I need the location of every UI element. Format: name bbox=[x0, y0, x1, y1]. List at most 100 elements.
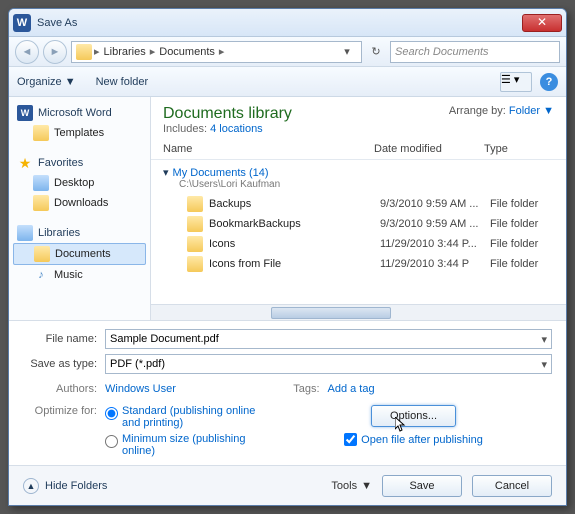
file-type: File folder bbox=[490, 238, 560, 250]
save-form: File name: Sample Document.pdf▾ Save as … bbox=[9, 320, 566, 465]
dropdown-icon: ▼ bbox=[361, 480, 372, 492]
file-date: 11/29/2010 3:44 P... bbox=[380, 238, 490, 250]
libraries-icon bbox=[17, 225, 33, 241]
optimize-label: Optimize for: bbox=[23, 405, 105, 461]
folder-icon bbox=[187, 236, 203, 252]
hide-folders-button[interactable]: ▲Hide Folders bbox=[23, 478, 107, 494]
navigation-sidebar: WMicrosoft Word Templates ★Favorites Des… bbox=[9, 97, 151, 320]
dropdown-icon[interactable]: ▾ bbox=[541, 333, 547, 346]
folder-icon bbox=[187, 216, 203, 232]
file-name: Backups bbox=[209, 198, 380, 210]
file-row[interactable]: BookmarkBackups9/3/2010 9:59 AM ...File … bbox=[157, 214, 566, 234]
sidebar-item-favorites[interactable]: ★Favorites bbox=[9, 153, 150, 173]
organize-menu[interactable]: Organize ▼ bbox=[17, 76, 76, 88]
breadcrumb-path[interactable]: ▸ Libraries ▸ Documents ▸ ▾ bbox=[71, 41, 362, 63]
save-button[interactable]: Save bbox=[382, 475, 462, 497]
star-icon: ★ bbox=[17, 155, 33, 171]
collapse-icon[interactable]: ▾ bbox=[163, 166, 169, 179]
close-button[interactable]: ✕ bbox=[522, 14, 562, 32]
options-button[interactable]: Options... bbox=[371, 405, 456, 427]
locations-link[interactable]: 4 locations bbox=[210, 123, 263, 135]
file-name: BookmarkBackups bbox=[209, 218, 380, 230]
library-title: Documents library bbox=[163, 105, 292, 123]
tags-field[interactable]: Add a tag bbox=[328, 383, 375, 395]
column-name[interactable]: Name bbox=[163, 143, 374, 155]
word-icon: W bbox=[17, 105, 33, 121]
sidebar-item-documents[interactable]: Documents bbox=[13, 243, 146, 265]
chevron-right-icon: ▸ bbox=[148, 45, 158, 58]
desktop-icon bbox=[33, 175, 49, 191]
radio-minimum[interactable]: Minimum size (publishing online) bbox=[105, 433, 275, 457]
sidebar-item-music[interactable]: ♪Music bbox=[9, 265, 150, 285]
open-after-input[interactable] bbox=[344, 433, 357, 446]
search-placeholder: Search Documents bbox=[395, 46, 489, 58]
file-browser: Documents library Includes: 4 locations … bbox=[151, 97, 566, 320]
radio-minimum-input[interactable] bbox=[105, 435, 118, 448]
scrollbar-thumb[interactable] bbox=[271, 307, 391, 319]
dropdown-icon[interactable]: ▾ bbox=[541, 358, 547, 371]
save-as-dialog: W Save As ✕ ◄ ► ▸ Libraries ▸ Documents … bbox=[8, 8, 567, 506]
authors-label: Authors: bbox=[23, 383, 105, 395]
chevron-right-icon: ▸ bbox=[217, 45, 227, 58]
search-input[interactable]: Search Documents bbox=[390, 41, 560, 63]
help-button[interactable]: ? bbox=[540, 73, 558, 91]
authors-field[interactable]: Windows User bbox=[105, 383, 176, 395]
sidebar-item-desktop[interactable]: Desktop bbox=[9, 173, 150, 193]
horizontal-scrollbar[interactable] bbox=[151, 304, 566, 320]
file-list: ▾ My Documents (14) C:\Users\Lori Kaufma… bbox=[151, 160, 566, 304]
sidebar-item-libraries[interactable]: Libraries bbox=[9, 223, 150, 243]
arrange-dropdown[interactable]: Folder ▼ bbox=[509, 105, 554, 117]
group-path: C:\Users\Lori Kaufman bbox=[157, 179, 566, 194]
sidebar-item-templates[interactable]: Templates bbox=[9, 123, 150, 143]
column-type[interactable]: Type bbox=[484, 143, 554, 155]
view-mode-button[interactable]: ☰ ▾ bbox=[500, 72, 532, 92]
group-header[interactable]: ▾ My Documents (14) bbox=[157, 162, 566, 179]
arrange-by: Arrange by: Folder ▼ bbox=[449, 105, 554, 135]
radio-standard[interactable]: Standard (publishing online and printing… bbox=[105, 405, 275, 429]
filename-label: File name: bbox=[23, 333, 105, 345]
titlebar: W Save As ✕ bbox=[9, 9, 566, 37]
documents-icon bbox=[34, 246, 50, 262]
nav-bar: ◄ ► ▸ Libraries ▸ Documents ▸ ▾ ↻ Search… bbox=[9, 37, 566, 67]
sidebar-item-word[interactable]: WMicrosoft Word bbox=[9, 103, 150, 123]
file-type: File folder bbox=[490, 218, 560, 230]
new-folder-button[interactable]: New folder bbox=[96, 76, 149, 88]
cancel-button[interactable]: Cancel bbox=[472, 475, 552, 497]
folder-icon bbox=[33, 125, 49, 141]
file-row[interactable]: Icons11/29/2010 3:44 P...File folder bbox=[157, 234, 566, 254]
folder-icon bbox=[187, 256, 203, 272]
file-name: Icons bbox=[209, 238, 380, 250]
column-date[interactable]: Date modified bbox=[374, 143, 484, 155]
file-row[interactable]: Backups9/3/2010 9:59 AM ...File folder bbox=[157, 194, 566, 214]
folder-icon bbox=[33, 195, 49, 211]
filename-input[interactable]: Sample Document.pdf▾ bbox=[105, 329, 552, 349]
breadcrumb-documents[interactable]: Documents bbox=[157, 46, 217, 58]
music-icon: ♪ bbox=[33, 267, 49, 283]
file-type: File folder bbox=[490, 258, 560, 270]
toolbar: Organize ▼ New folder ☰ ▾ ? bbox=[9, 67, 566, 97]
column-headers[interactable]: Name Date modified Type bbox=[151, 139, 566, 160]
chevron-right-icon: ▸ bbox=[92, 45, 102, 58]
chevron-up-icon: ▲ bbox=[23, 478, 39, 494]
tools-menu[interactable]: Tools ▼ bbox=[331, 480, 372, 492]
file-type: File folder bbox=[490, 198, 560, 210]
folder-icon bbox=[187, 196, 203, 212]
file-name: Icons from File bbox=[209, 258, 380, 270]
sidebar-item-downloads[interactable]: Downloads bbox=[9, 193, 150, 213]
savetype-label: Save as type: bbox=[23, 358, 105, 370]
forward-button[interactable]: ► bbox=[43, 40, 67, 64]
file-date: 9/3/2010 9:59 AM ... bbox=[380, 198, 490, 210]
file-date: 9/3/2010 9:59 AM ... bbox=[380, 218, 490, 230]
path-dropdown-icon[interactable]: ▾ bbox=[337, 45, 357, 58]
breadcrumb-libraries[interactable]: Libraries bbox=[102, 46, 148, 58]
savetype-select[interactable]: PDF (*.pdf)▾ bbox=[105, 354, 552, 374]
radio-standard-input[interactable] bbox=[105, 407, 118, 420]
word-app-icon: W bbox=[13, 14, 31, 32]
open-after-checkbox[interactable]: Open file after publishing bbox=[344, 433, 483, 446]
dialog-footer: ▲Hide Folders Tools ▼ Save Cancel bbox=[9, 465, 566, 505]
tags-label: Tags: bbox=[288, 383, 328, 395]
back-button[interactable]: ◄ bbox=[15, 40, 39, 64]
refresh-button[interactable]: ↻ bbox=[366, 45, 386, 58]
folder-icon bbox=[76, 44, 92, 60]
file-row[interactable]: Icons from File11/29/2010 3:44 PFile fol… bbox=[157, 254, 566, 274]
